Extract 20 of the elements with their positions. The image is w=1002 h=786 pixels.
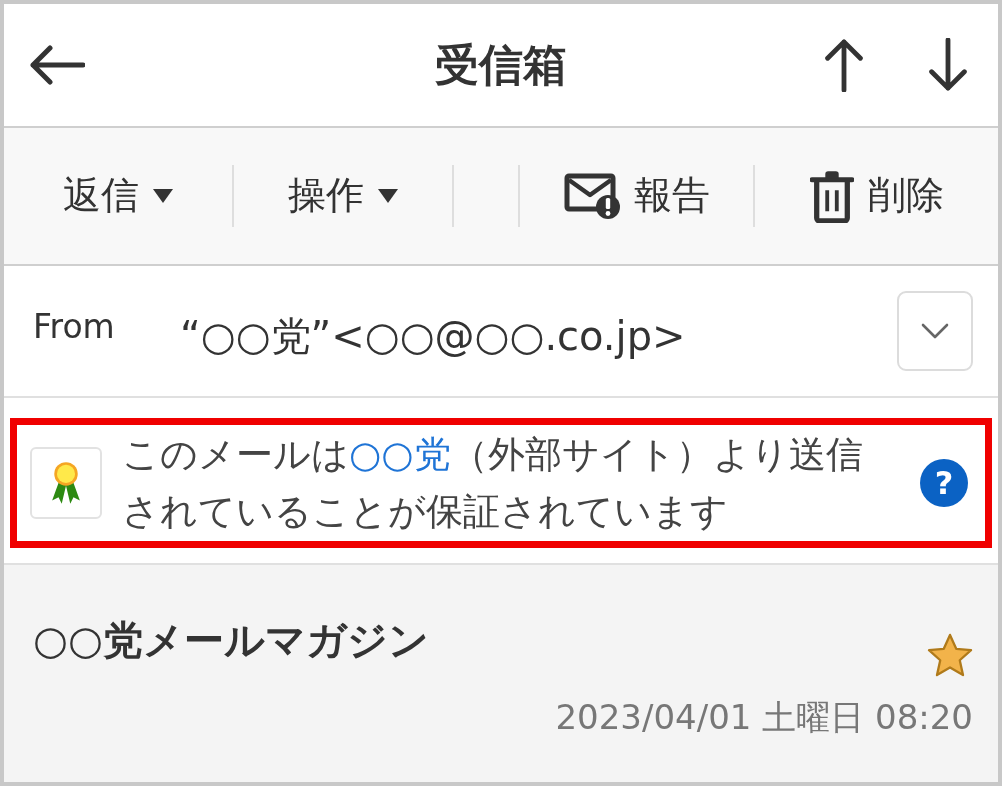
trash-icon bbox=[809, 169, 854, 223]
delete-button[interactable]: 削除 bbox=[809, 169, 944, 223]
actions-dropdown[interactable]: 操作 bbox=[288, 173, 398, 219]
star-icon[interactable] bbox=[927, 633, 973, 677]
caret-icon bbox=[378, 189, 398, 203]
message-subject: ○○党メールマガジン bbox=[33, 616, 429, 665]
back-button[interactable] bbox=[29, 45, 85, 85]
message-date: 2023/04/01 土曜日 08:20 bbox=[555, 696, 973, 739]
sender-link[interactable]: ○○党 bbox=[349, 433, 451, 476]
caret-icon bbox=[153, 189, 173, 203]
award-ribbon-icon bbox=[30, 447, 102, 519]
back-arrow-icon bbox=[29, 45, 85, 85]
verification-notice: このメールは○○党（外部サイト）より送信されていることが保証されています bbox=[122, 432, 864, 535]
from-label: From bbox=[33, 306, 116, 346]
sender-address: “○○党”<○○@○○.co.jp> bbox=[180, 311, 687, 361]
help-button[interactable]: ? bbox=[920, 459, 968, 507]
window-title: 受信箱 bbox=[435, 38, 567, 92]
mail-alert-icon bbox=[563, 173, 620, 219]
reply-dropdown[interactable]: 返信 bbox=[63, 173, 173, 219]
report-button[interactable]: 報告 bbox=[563, 173, 710, 219]
